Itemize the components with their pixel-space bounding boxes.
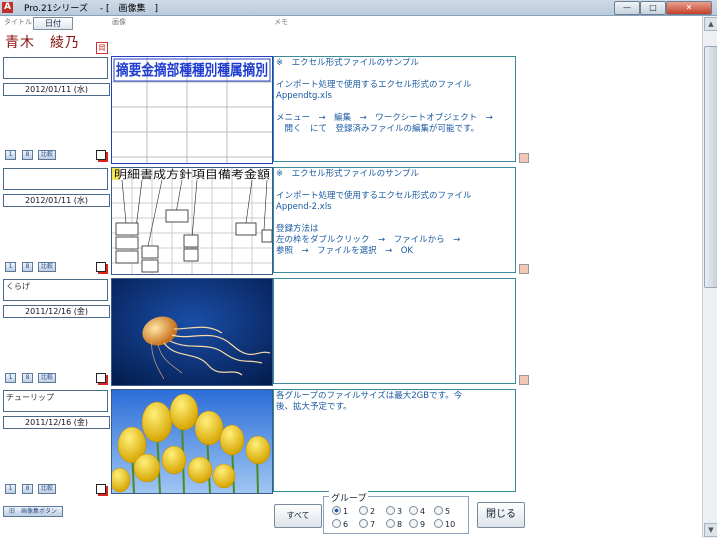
entry-button-1[interactable]: 1 xyxy=(5,150,16,160)
entry-title-field[interactable] xyxy=(3,57,108,79)
entry-image[interactable]: 明細書成方針項目備考金額 xyxy=(111,167,273,275)
title-column-label: タイトル xyxy=(4,18,32,26)
group-label: グループ xyxy=(329,491,369,504)
footer-bar: 旧 画像集ボタン すべて グループ 1 2 3 4 5 6 7 8 9 10 閉… xyxy=(0,491,702,538)
entry-date-field[interactable]: 2012/01/11 (水) xyxy=(3,83,110,96)
entry-compare-button[interactable]: 比較 xyxy=(38,484,56,494)
spreadsheet-thumbnail: 明細書成方針項目備考金額 xyxy=(112,168,272,274)
entry-pin-icon[interactable] xyxy=(519,375,529,385)
group-radio-1[interactable]: 1 xyxy=(332,506,348,516)
entry-image[interactable] xyxy=(111,278,273,386)
group-radio-4[interactable]: 4 xyxy=(409,506,425,516)
entry-color-icon[interactable] xyxy=(96,262,106,272)
image-column-label: 画像 xyxy=(112,18,126,26)
minimize-button[interactable]: — xyxy=(614,1,640,15)
group-radio-3[interactable]: 3 xyxy=(386,506,402,516)
group-radio-5[interactable]: 5 xyxy=(434,506,450,516)
close-button[interactable]: 閉じる xyxy=(477,502,525,528)
entry-compare-button[interactable]: 比較 xyxy=(38,150,56,160)
entry-button-8[interactable]: 8 xyxy=(22,484,33,494)
scroll-down-icon[interactable]: ▼ xyxy=(704,523,717,537)
close-window-button[interactable]: ✕ xyxy=(666,1,712,15)
entry-date-field[interactable]: 2012/01/11 (水) xyxy=(3,194,110,207)
group-radio-6[interactable]: 6 xyxy=(332,519,348,529)
entry-title-field[interactable]: チューリップ xyxy=(3,390,108,412)
entry-pin-icon[interactable] xyxy=(519,264,529,274)
entry-title-field[interactable]: くらげ xyxy=(3,279,108,301)
entry-row: 2012/01/11 (水) 1 8 比較 明細書成方針項目備考金額 ※ エクセ… xyxy=(0,167,702,275)
entry-title-field[interactable] xyxy=(3,168,108,190)
tulips-photo xyxy=(112,390,272,493)
group-radio-2[interactable]: 2 xyxy=(359,506,375,516)
entry-image[interactable]: 摘要金摘部種種別種属摘別 xyxy=(111,56,273,164)
entry-compare-button[interactable]: 比較 xyxy=(38,262,56,272)
entry-row: くらげ 2011/12/16 (金) 1 8 比較 xyxy=(0,278,702,386)
user-name: 青木 綾乃 xyxy=(5,35,80,51)
jellyfish-photo xyxy=(112,279,272,385)
window-titlebar[interactable]: A Pro.21シリーズ - [ 画像集 ] — □ ✕ xyxy=(0,0,717,16)
entry-compare-button[interactable]: 比較 xyxy=(38,373,56,383)
entry-memo[interactable]: ※ エクセル形式ファイルのサンプル インポート処理で使用するエクセル形式のファイ… xyxy=(273,167,516,273)
app-icon: A xyxy=(2,2,13,13)
memo-column-label: メモ xyxy=(274,18,288,26)
window-title: Pro.21シリーズ - [ 画像集 ] xyxy=(24,4,158,14)
group-radio-9[interactable]: 9 xyxy=(409,519,425,529)
entry-button-1[interactable]: 1 xyxy=(5,262,16,272)
entry-color-icon[interactable] xyxy=(96,150,106,160)
vertical-scrollbar[interactable]: ▲ ▼ xyxy=(702,16,717,538)
entry-date-field[interactable]: 2011/12/16 (金) xyxy=(3,416,110,429)
group-radio-10[interactable]: 10 xyxy=(434,519,455,529)
scrollbar-thumb[interactable] xyxy=(704,46,717,288)
entry-memo[interactable]: 各グループのファイルサイズは最大2GBです。今 後、拡大予定です。 xyxy=(273,389,516,492)
entry-pin-icon[interactable] xyxy=(519,153,529,163)
entry-button-1[interactable]: 1 xyxy=(5,373,16,383)
entry-color-icon[interactable] xyxy=(96,373,106,383)
user-stamp: 岡 xyxy=(96,42,108,54)
spreadsheet-thumbnail: 摘要金摘部種種別種属摘別 xyxy=(112,57,272,163)
group-selector: グループ 1 2 3 4 5 6 7 8 9 10 xyxy=(323,491,469,534)
entry-button-1[interactable]: 1 xyxy=(5,484,16,494)
date-sort-button[interactable]: 日付 xyxy=(33,17,73,30)
group-radio-7[interactable]: 7 xyxy=(359,519,375,529)
entry-image[interactable] xyxy=(111,389,273,494)
entry-color-icon[interactable] xyxy=(96,484,106,494)
maximize-button[interactable]: □ xyxy=(640,1,666,15)
entry-memo[interactable]: ※ エクセル形式ファイルのサンプル インポート処理で使用するエクセル形式のファイ… xyxy=(273,56,516,162)
entry-date-field[interactable]: 2011/12/16 (金) xyxy=(3,305,110,318)
entry-row: チューリップ 2011/12/16 (金) 1 8 比較 各グループのファイルサ… xyxy=(0,389,702,494)
spreadsheet-header-text: 明細書成方針項目備考金額 xyxy=(114,168,270,181)
entry-button-8[interactable]: 8 xyxy=(22,373,33,383)
entry-memo[interactable] xyxy=(273,278,516,384)
spreadsheet-header-text: 摘要金摘部種種別種属摘別 xyxy=(116,61,268,79)
entry-row: 2012/01/11 (水) 1 8 比較 摘要金摘部種種別種属摘別 ※ エクセ… xyxy=(0,56,702,164)
entry-button-8[interactable]: 8 xyxy=(22,262,33,272)
old-gallery-button[interactable]: 旧 画像集ボタン xyxy=(3,506,63,517)
show-all-button[interactable]: すべて xyxy=(274,504,322,528)
entry-button-8[interactable]: 8 xyxy=(22,150,33,160)
scroll-up-icon[interactable]: ▲ xyxy=(704,17,717,31)
group-radio-8[interactable]: 8 xyxy=(386,519,402,529)
